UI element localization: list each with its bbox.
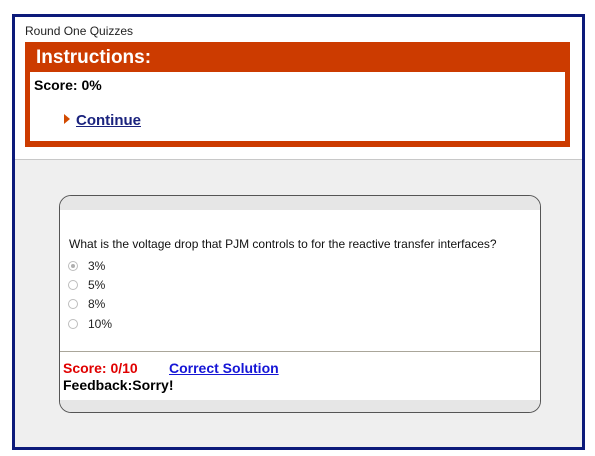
continue-row[interactable]: Continue [64,112,141,129]
radio-button[interactable] [68,261,78,271]
correct-solution-link[interactable]: Correct Solution [169,360,279,376]
question-score: Score: 0/10 [63,360,138,376]
continue-link[interactable]: Continue [76,112,141,129]
option-label: 8% [88,297,106,311]
option-5-percent[interactable]: 5% [68,278,105,292]
card-footer-bar [60,400,540,412]
instructions-heading: Instructions: [36,47,152,68]
feedback: Feedback:Sorry! [63,377,173,393]
option-8-percent[interactable]: 8% [68,297,105,311]
arrow-right-icon [64,114,70,124]
divider [15,159,582,160]
option-3-percent[interactable]: 3% [68,259,105,273]
feedback-label: Feedback: [63,377,133,393]
question-text: What is the voltage drop that PJM contro… [69,237,497,251]
option-10-percent[interactable]: 10% [68,317,112,331]
instructions-panel: Instructions: Score: 0% Continue [25,42,570,147]
option-label: 5% [88,278,106,292]
card-divider [60,351,540,352]
radio-button[interactable] [68,319,78,329]
header-area: Round One Quizzes Instructions: Score: 0… [15,17,582,159]
instructions-body: Score: 0% Continue [30,72,565,141]
radio-button[interactable] [68,299,78,309]
card-header-bar [60,196,540,210]
feedback-value: Sorry! [132,377,174,393]
quiz-frame: Round One Quizzes Instructions: Score: 0… [12,14,585,450]
overall-score: Score: 0% [34,77,102,93]
page-title: Round One Quizzes [25,24,134,38]
option-label: 10% [88,317,113,331]
question-card: What is the voltage drop that PJM contro… [59,195,541,413]
option-label: 3% [88,259,106,273]
radio-button[interactable] [68,280,78,290]
